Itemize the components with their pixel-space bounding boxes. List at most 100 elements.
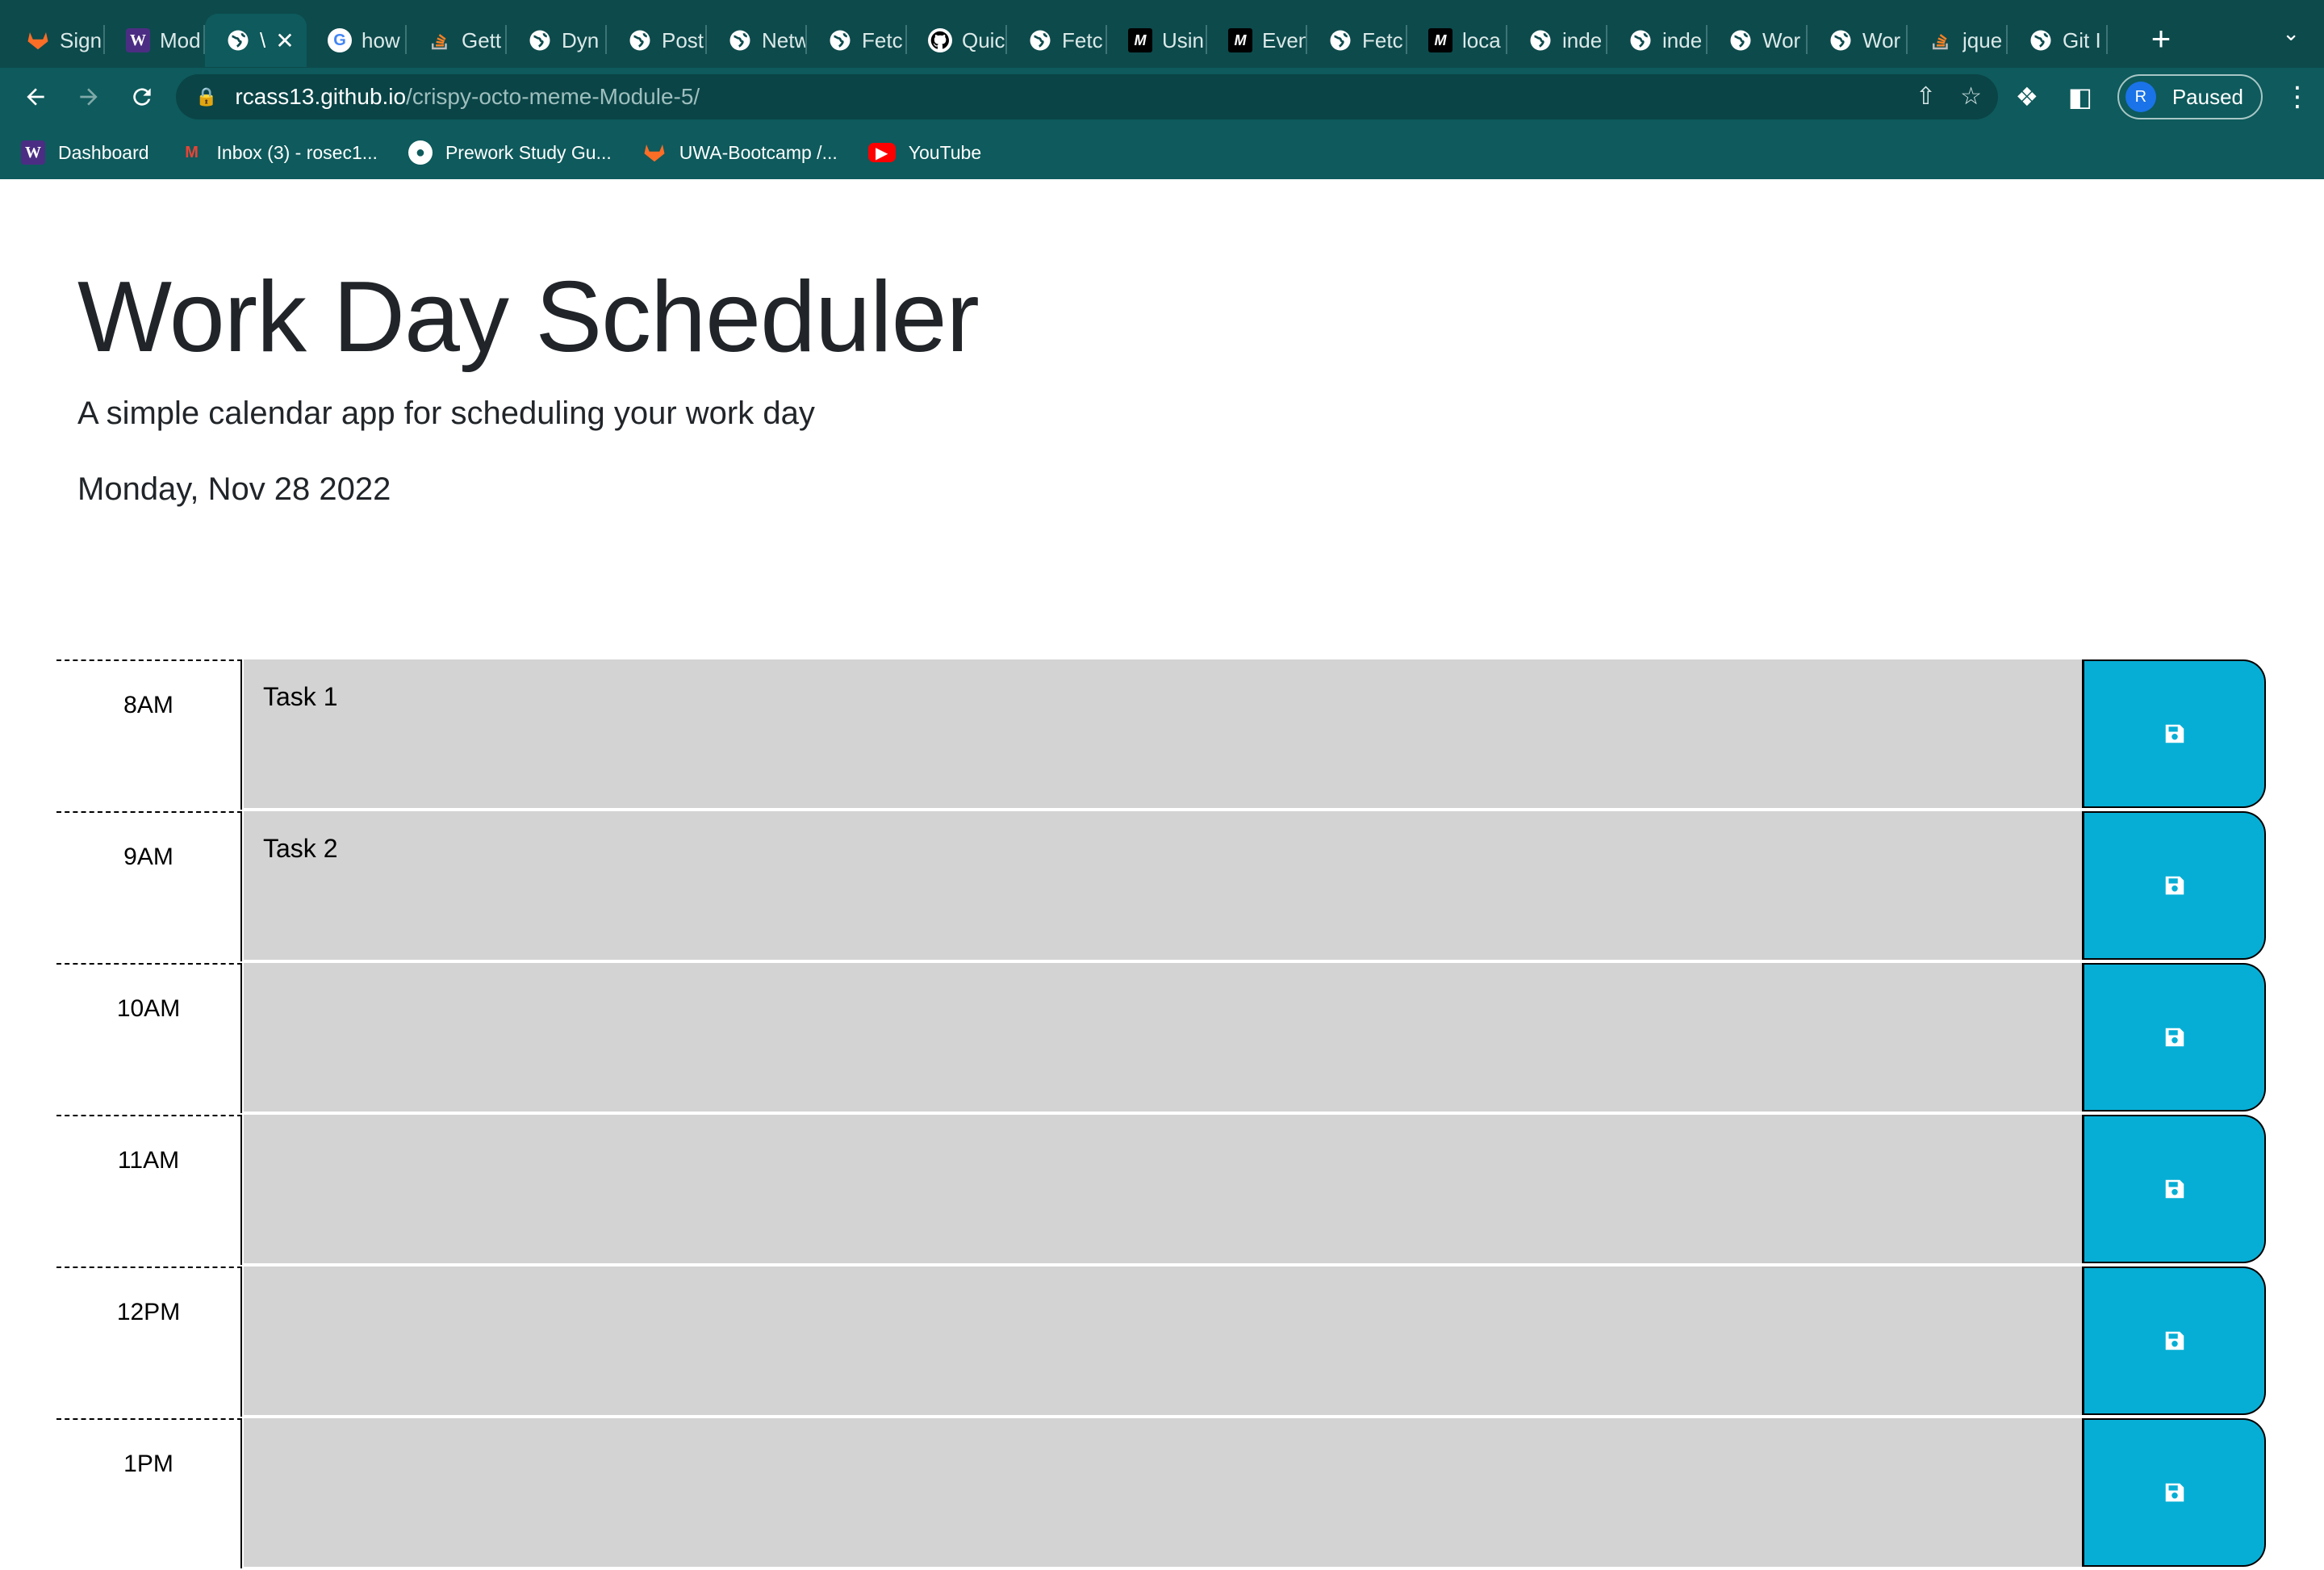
bookmark-label: UWA-Bootcamp /...: [679, 141, 838, 163]
tab[interactable]: Mloca: [1407, 14, 1507, 67]
tab[interactable]: Fetc: [1307, 14, 1407, 67]
task-description-input[interactable]: Task 2: [244, 811, 2082, 960]
gitlab-icon: [26, 28, 50, 52]
tab[interactable]: Quic: [907, 14, 1007, 67]
close-tab-icon[interactable]: ✕: [275, 27, 294, 54]
tab-title: Even: [1262, 27, 1307, 52]
save-button[interactable]: [2082, 1418, 2266, 1567]
task-description-input[interactable]: Task 1: [244, 659, 2082, 808]
save-button[interactable]: [2082, 1266, 2266, 1415]
tab-title: Wor: [1762, 27, 1801, 52]
avatar: R: [2125, 82, 2156, 112]
profile-button[interactable]: R Paused: [2117, 74, 2263, 119]
hour-label: 11AM: [56, 1115, 242, 1265]
share-icon[interactable]: ⇧: [1916, 82, 1936, 111]
new-tab-button[interactable]: +: [2137, 15, 2185, 63]
tab[interactable]: jque: [1908, 14, 2008, 67]
current-day: Monday, Nov 28 2022: [77, 471, 391, 507]
hour-label: 10AM: [56, 963, 242, 1113]
tab[interactable]: inde: [1507, 14, 1607, 67]
save-disk-icon: [2165, 724, 2184, 743]
tab[interactable]: Netw: [707, 14, 807, 67]
task-description-input[interactable]: [244, 1115, 2082, 1263]
bookmark-label: YouTube: [908, 141, 982, 163]
task-description-input[interactable]: [244, 963, 2082, 1112]
tab-title: Quic: [962, 27, 1005, 52]
hour-label: 12PM: [56, 1266, 242, 1417]
save-disk-icon: [2165, 1028, 2184, 1047]
save-disk-icon: [2165, 1483, 2184, 1502]
globe-icon: [1829, 28, 1853, 52]
bookmark-star-icon[interactable]: ☆: [1960, 82, 1982, 111]
save-button[interactable]: [2082, 1115, 2266, 1263]
tab[interactable]: Post: [607, 14, 707, 67]
save-button[interactable]: [2082, 659, 2266, 808]
tab-title: Sign: [60, 27, 102, 52]
stackoverflow-icon: [428, 28, 452, 52]
hour-label: 1PM: [56, 1418, 242, 1568]
time-block-row: 9AM Task 2: [56, 811, 2266, 961]
tab[interactable]: inde: [1607, 14, 1707, 67]
bookmark-item[interactable]: M Inbox (3) - rosec1...: [180, 140, 378, 165]
bookmark-item[interactable]: UWA-Bootcamp /...: [642, 140, 838, 165]
tab[interactable]: Wor: [1808, 14, 1908, 67]
globe-icon: [1028, 28, 1052, 52]
tab-title: loca: [1462, 27, 1501, 52]
tab[interactable]: Gett: [407, 14, 507, 67]
globe-icon: [828, 28, 852, 52]
tab[interactable]: M Usin: [1107, 14, 1207, 67]
url-path: /crispy-octo-meme-Module-5/: [406, 84, 700, 109]
tab[interactable]: Wor: [1707, 14, 1808, 67]
arrow-left-icon: [27, 88, 44, 106]
tab[interactable]: Dyn: [507, 14, 607, 67]
url-host: rcass13.github.io: [235, 84, 407, 109]
page-subtitle: A simple calendar app for scheduling you…: [77, 396, 815, 431]
bookmarks-bar: W Dashboard M Inbox (3) - rosec1... ● Prework…: [0, 126, 2324, 179]
github-icon: [928, 28, 952, 52]
bookmark-item[interactable]: ● Prework Study Gu...: [408, 140, 612, 165]
reload-button[interactable]: [119, 74, 165, 119]
task-description-input[interactable]: [244, 1266, 2082, 1415]
google-icon: G: [328, 28, 352, 52]
globe-icon: [1728, 28, 1753, 52]
mdn-icon: M: [1228, 28, 1252, 52]
forward-button[interactable]: [66, 74, 111, 119]
time-block-row: 8AM Task 1: [56, 659, 2266, 810]
tab[interactable]: Git I: [2008, 14, 2108, 67]
bookmark-item[interactable]: W Dashboard: [21, 140, 149, 165]
tab[interactable]: M Even: [1207, 14, 1307, 67]
tab-title: Netw: [762, 27, 807, 52]
task-description-input[interactable]: [244, 1418, 2082, 1567]
bookmark-item[interactable]: ▶ YouTube: [867, 141, 982, 164]
save-button[interactable]: [2082, 811, 2266, 960]
tab[interactable]: Fetc: [807, 14, 907, 67]
lock-icon: 🔒: [195, 86, 218, 107]
save-button[interactable]: [2082, 963, 2266, 1112]
address-bar[interactable]: 🔒 rcass13.github.io/crispy-octo-meme-Mod…: [176, 74, 1998, 119]
browser-toolbar: 🔒 rcass13.github.io/crispy-octo-meme-Mod…: [0, 68, 2324, 126]
tab[interactable]: W Mod: [105, 14, 205, 67]
tab[interactable]: Ghow: [307, 14, 407, 67]
tab-search-chevron-icon[interactable]: ⌄: [2282, 21, 2300, 46]
more-menu-icon[interactable]: ⋮: [2284, 81, 2311, 113]
w-brand-icon: W: [126, 28, 150, 52]
tab-strip: Sign W Mod \ ✕ Ghow Gett Dyn Post Netw Fetc Quic Fet…: [0, 0, 2324, 68]
bookmark-label: Prework Study Gu...: [445, 141, 612, 163]
schedule: 8AM Task 1 9AM Task 2 10AM 11AM 12PM 1PM: [56, 659, 2266, 1570]
globe-icon: [728, 28, 752, 52]
gitlab-icon: [642, 140, 667, 165]
tab-title: Gett: [462, 27, 502, 52]
tab-title: Post: [662, 27, 704, 52]
tab-title: Dyn: [562, 27, 600, 52]
time-block-row: 12PM: [56, 1266, 2266, 1417]
back-button[interactable]: [13, 74, 58, 119]
extensions-puzzle-icon[interactable]: ❖: [2011, 82, 2043, 112]
globe-icon: [1628, 28, 1653, 52]
tab[interactable]: Sign: [5, 14, 105, 67]
stackoverflow-icon: [1929, 28, 1953, 52]
side-panel-icon[interactable]: ◧: [2064, 82, 2096, 112]
tab-active[interactable]: \ ✕: [205, 14, 307, 67]
bookmark-label: Inbox (3) - rosec1...: [216, 141, 378, 163]
reload-icon: [133, 88, 151, 106]
tab[interactable]: Fetc: [1007, 14, 1107, 67]
